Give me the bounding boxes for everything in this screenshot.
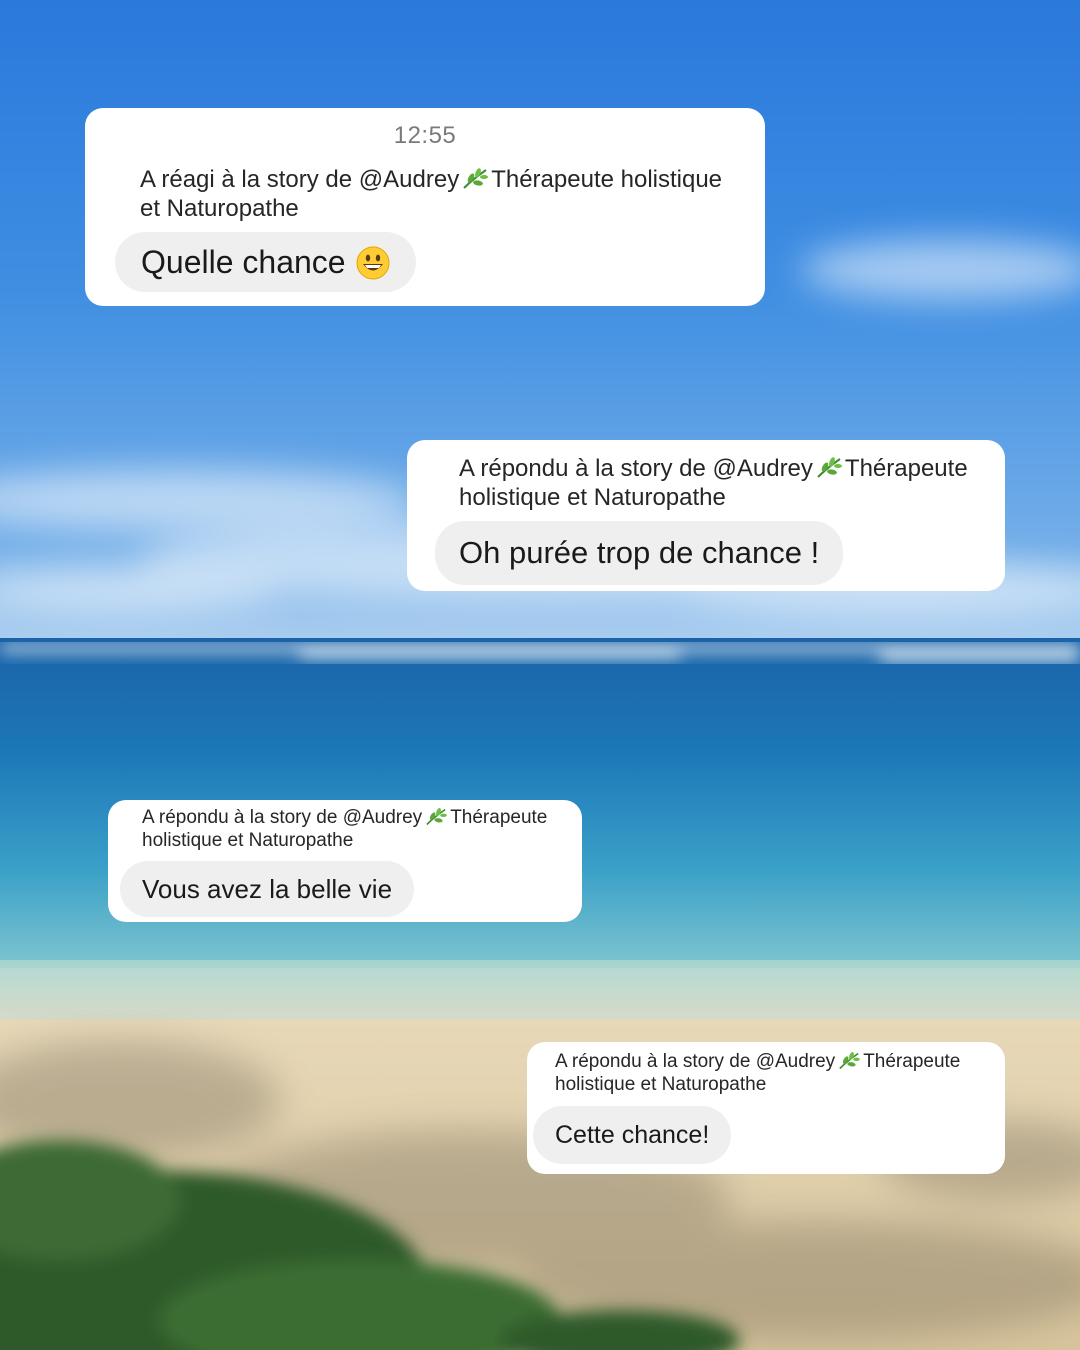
context-prefix: A répondu à la story de @Audrey xyxy=(555,1051,836,1072)
context-line2: holistique et Naturopathe xyxy=(142,830,354,852)
message-text: Vous avez la belle vie xyxy=(142,874,393,904)
story-context: A répondu à la story de @Audrey Thérapeut… xyxy=(459,454,968,513)
shore xyxy=(0,960,1080,1030)
context-suffix: Thérapeute holistique xyxy=(491,166,723,193)
herb-leaf-icon xyxy=(463,168,489,189)
story-context: A répondu à la story de @Audrey Thérapeut… xyxy=(555,1050,960,1096)
context-suffix: Thérapeute xyxy=(863,1051,961,1072)
context-suffix: Thérapeute xyxy=(450,807,548,828)
herb-leaf-icon xyxy=(817,457,842,478)
message-timestamp: 12:55 xyxy=(393,122,457,149)
herb-leaf-icon xyxy=(426,808,448,826)
context-prefix: A répondu à la story de @Audrey xyxy=(459,455,813,482)
message-bubble[interactable]: Cette chance! xyxy=(533,1106,732,1164)
message-text: Cette chance! xyxy=(555,1121,710,1149)
grinning-face-icon xyxy=(356,246,390,280)
context-suffix: Thérapeute xyxy=(844,455,968,482)
message-bubble[interactable]: Vous avez la belle vie xyxy=(120,861,415,917)
message-bubble[interactable]: Quelle chance xyxy=(115,232,416,292)
context-line2: et Naturopathe xyxy=(140,195,299,223)
story-reply-card: A répondu à la story de @Audrey Thérapeut… xyxy=(108,800,582,922)
message-bubble[interactable]: Oh purée trop de chance ! xyxy=(435,521,844,585)
herb-leaf-icon xyxy=(839,1052,861,1070)
context-line2: holistique et Naturopathe xyxy=(459,484,726,512)
story-reply-card: A répondu à la story de @Audrey Thérapeut… xyxy=(407,440,1005,591)
message-text: Quelle chance xyxy=(141,244,346,280)
story-context: A réagi à la story de @Audrey Thérapeute … xyxy=(140,165,722,224)
story-context: A répondu à la story de @Audrey Thérapeut… xyxy=(142,806,547,852)
context-line2: holistique et Naturopathe xyxy=(555,1074,767,1096)
context-prefix: A réagi à la story de @Audrey xyxy=(140,166,460,193)
story-reply-card: A répondu à la story de @Audrey Thérapeut… xyxy=(527,1042,1005,1174)
context-prefix: A répondu à la story de @Audrey xyxy=(142,807,423,828)
message-text: Oh purée trop de chance ! xyxy=(459,535,820,570)
story-reaction-card: 12:55 A réagi à la story de @Audrey Théra… xyxy=(85,108,765,306)
